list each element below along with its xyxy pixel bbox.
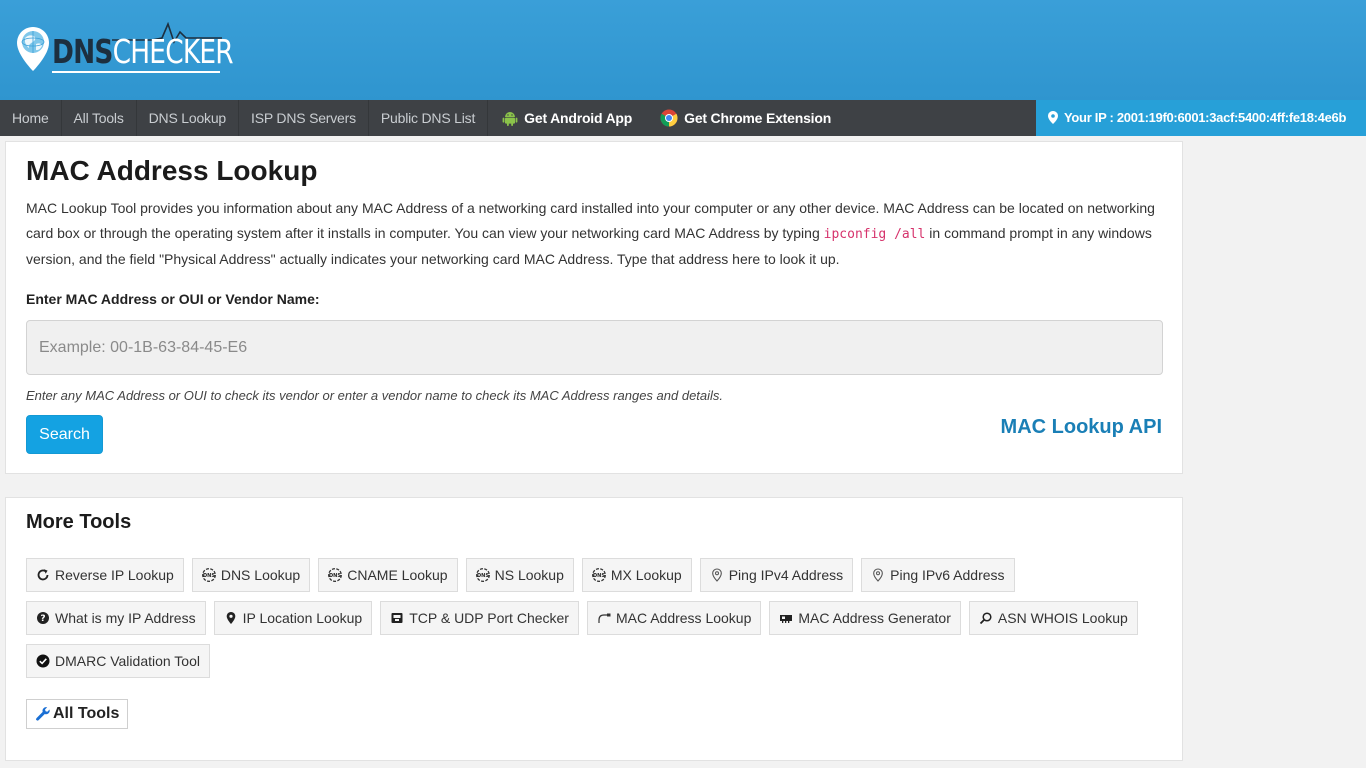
page-title: MAC Address Lookup [26,155,318,186]
more-tools-title: More Tools [26,511,132,533]
all-tools-label: All Tools [53,705,120,722]
more-tools-card: More Tools Reverse IP Lookup DNS DNS Loo… [5,497,1183,761]
tool-ping-ipv6[interactable]: Ping IPv6 Address [861,558,1015,592]
tool-label: DMARC Validation Tool [55,653,200,669]
dns-icon: DNS [328,568,343,582]
tool-what-is-my-ip[interactable]: ? What is my IP Address [26,601,206,635]
magnifier-icon [979,612,992,625]
tool-mx-lookup[interactable]: DNS MX Lookup [581,558,692,592]
tool-label: CNAME Lookup [347,567,448,583]
android-app-label: Get Android App [524,110,633,126]
dns-icon: DNS [475,568,490,582]
tool-label: Ping IPv4 Address [728,567,844,583]
port-icon [391,613,403,623]
dns-icon: DNS [591,568,606,582]
tool-ping-ipv4[interactable]: Ping IPv4 Address [699,558,854,592]
tool-ns-lookup[interactable]: DNS NS Lookup [465,558,574,592]
tool-reverse-ip-lookup[interactable]: Reverse IP Lookup [26,558,184,592]
your-ip-display: Your IP : 2001:19f0:6001:3acf:5400:4ff:f… [1036,100,1366,136]
input-hint: Enter any MAC Address or OUI to check it… [26,388,724,403]
tool-label: NS Lookup [494,567,564,583]
tool-dns-lookup[interactable]: DNS DNS Lookup [191,558,311,592]
logo-dns-text: DNS [52,32,113,71]
svg-text:DNS: DNS [329,573,341,579]
svg-text:DNS: DNS [203,573,215,579]
nav-home[interactable]: Home [0,100,62,136]
tool-description: MAC Lookup Tool provides you information… [26,196,1168,272]
map-pin-outline-icon [873,568,883,582]
tool-port-checker[interactable]: TCP & UDP Port Checker [380,601,579,635]
map-marker-icon [226,612,235,624]
network-card-icon [780,615,793,623]
your-ip-text: Your IP : 2001:19f0:6001:3acf:5400:4ff:f… [1064,110,1347,125]
tool-label: Ping IPv6 Address [890,567,1005,583]
nav-isp-dns-servers[interactable]: ISP DNS Servers [239,100,369,136]
tool-label: DNS Lookup [220,567,301,583]
tool-dmarc-validation[interactable]: DMARC Validation Tool [26,644,210,678]
all-tools-button[interactable]: All Tools [26,699,129,729]
tool-label: TCP & UDP Port Checker [409,610,569,626]
tool-label: IP Location Lookup [242,610,363,626]
tool-label: MAC Address Generator [798,610,951,626]
dnschecker-logo[interactable]: DNSCHECKER [16,22,234,78]
site-header: DNSCHECKER [0,0,1366,100]
tool-mac-address-lookup[interactable]: MAC Address Lookup [586,601,762,635]
tool-label: Reverse IP Lookup [55,567,174,583]
wrench-icon [36,707,50,721]
tool-mac-address-generator[interactable]: MAC Address Generator [769,601,961,635]
tool-cname-lookup[interactable]: DNS CNAME Lookup [318,558,458,592]
tool-label: What is my IP Address [55,610,196,626]
tool-ip-location-lookup[interactable]: IP Location Lookup [213,601,373,635]
mac-input-label: Enter MAC Address or OUI or Vendor Name: [26,291,320,307]
nav-all-tools[interactable]: All Tools [62,100,137,136]
tool-label: ASN WHOIS Lookup [997,610,1128,626]
check-circle-icon [36,654,50,668]
mac-lookup-api-link[interactable]: MAC Lookup API [1001,416,1162,439]
refresh-icon [37,569,49,581]
svg-text:?: ? [40,614,45,624]
question-circle-icon: ? [37,612,49,624]
tool-label: MAC Address Lookup [615,610,752,626]
logo-underline [52,71,220,73]
tool-label: MX Lookup [610,567,682,583]
map-marker-icon [1048,110,1058,124]
network-cable-icon [598,613,611,623]
tool-asn-whois-lookup[interactable]: ASN WHOIS Lookup [968,601,1138,635]
nav-public-dns-list[interactable]: Public DNS List [369,100,489,136]
tools-list: Reverse IP Lookup DNS DNS Lookup DNS CNA… [26,558,1166,687]
map-pin-outline-icon [711,568,722,582]
search-button[interactable]: Search [26,415,103,454]
svg-text:DNS: DNS [477,573,489,579]
android-icon [502,111,518,126]
globe-pin-icon [17,27,49,71]
main-nav: Home All Tools DNS Lookup ISP DNS Server… [0,100,1366,136]
mac-address-input[interactable] [26,320,1163,375]
nav-get-android-app[interactable]: Get Android App [488,100,646,136]
chrome-extension-label: Get Chrome Extension [684,110,832,126]
logo-checker-text: CHECKER [112,32,234,71]
logo-wordmark: DNSCHECKER [52,32,234,72]
nav-dns-lookup[interactable]: DNS Lookup [137,100,240,136]
chrome-icon [660,109,678,127]
ipconfig-code: ipconfig /all [823,227,926,242]
svg-text:DNS: DNS [593,573,605,579]
dns-icon: DNS [201,568,216,582]
mac-lookup-card: MAC Address Lookup MAC Lookup Tool provi… [5,141,1183,474]
nav-get-chrome-extension[interactable]: Get Chrome Extension [646,100,845,136]
